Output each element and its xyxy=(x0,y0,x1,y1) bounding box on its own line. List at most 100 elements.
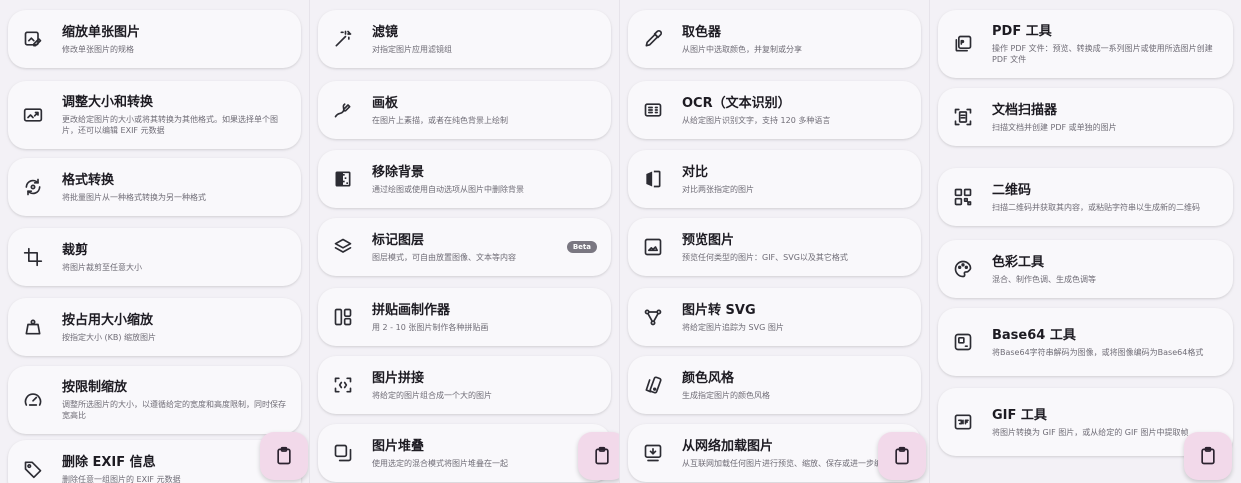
tool-description: 从图片中选取颜色，并复制或分享 xyxy=(682,44,802,54)
tool-description: 扫描二维码并获取其内容，或粘贴字符串以生成新的二维码 xyxy=(992,202,1200,212)
tool-card[interactable]: 拼贴画制作器用 2 - 10 张图片制作各种拼贴画 xyxy=(318,288,611,346)
tool-card[interactable]: 图片转 SVG 将给定图片追踪为 SVG 图片 xyxy=(628,288,921,346)
tool-column[interactable]: 缩放单张图片 修改单张图片的规格调整大小和转换 更改给定图片的大小或将其转换为其他格… xyxy=(0,0,310,483)
tool-card-text: 缩放单张图片 修改单张图片的规格 xyxy=(62,24,289,55)
tool-description: 将批量图片从一种格式转换为另一种格式 xyxy=(62,192,206,202)
tool-card[interactable]: 缩放单张图片 修改单张图片的规格 xyxy=(8,10,301,68)
tool-description: 按指定大小 (KB) 缩放图片 xyxy=(62,332,157,342)
tool-description: 从互联网加载任何图片进行预览、缩放、保存或进一步编辑 xyxy=(682,458,890,468)
tool-card-text: 对比对比两张指定的图片 xyxy=(682,164,909,195)
tool-description: 操作 PDF 文件：预览、转换成一系列图片或使用所选图片创建 PDF 文件 xyxy=(992,44,1213,64)
tool-title: 图片拼接 xyxy=(372,370,425,386)
tool-card[interactable]: 色彩工具 混合、制作色调、生成色调等 xyxy=(938,240,1233,298)
qr-code-icon xyxy=(950,184,976,210)
tool-card-text: Base64 工具将Base64字符串解码为图像，或将图像编码为Base64格式 xyxy=(992,327,1221,358)
tool-card[interactable]: 图片拼接 将给定的图片组合成一个大的图片 xyxy=(318,356,611,414)
tool-card-text: 取色器从图片中选取颜色，并复制或分享 xyxy=(682,24,909,55)
tool-column[interactable]: 滤镜 对指定图片应用滤镜组画板在图片上素描，或者在纯色背景上绘制移除背景 通过绘图或… xyxy=(310,0,620,483)
image-preview-icon xyxy=(640,234,666,260)
paste-clipboard-button[interactable] xyxy=(878,432,926,480)
tool-description: 对比两张指定的图片 xyxy=(682,184,754,194)
tools-grid: 缩放单张图片 修改单张图片的规格调整大小和转换 更改给定图片的大小或将其转换为其他格… xyxy=(0,0,1241,483)
tool-card[interactable]: 删除 EXIF 信息 删除任意一组图片的 EXIF 元数据 xyxy=(8,440,301,483)
tool-title: 移除背景 xyxy=(372,164,425,180)
tool-title: Base64 工具 xyxy=(992,327,1076,343)
tool-card[interactable]: 标记图层 图层模式，可自由放置图像、文本等内容 Beta xyxy=(318,218,611,276)
tool-title: 色彩工具 xyxy=(992,254,1045,270)
tool-column[interactable]: 取色器从图片中选取颜色，并复制或分享 OCR（文本识别） 从给定图片识别文字，支持 … xyxy=(620,0,930,483)
tool-description: 将Base64字符串解码为图像，或将图像编码为Base64格式 xyxy=(992,347,1204,357)
color-palette-icon xyxy=(950,256,976,282)
paste-clipboard-button[interactable] xyxy=(1184,432,1232,480)
tool-description: 将给定图片追踪为 SVG 图片 xyxy=(682,322,784,332)
tool-title: 调整大小和转换 xyxy=(62,95,154,110)
tool-description: 图层模式，可自由放置图像、文本等内容 xyxy=(372,252,516,262)
paste-clipboard-button[interactable] xyxy=(260,432,308,480)
tool-card-text: 格式转换 将批量图片从一种格式转换为另一种格式 xyxy=(62,172,289,203)
tool-card[interactable]: 图片堆叠使用选定的混合模式将图片堆叠在一起 xyxy=(318,424,611,482)
tool-card[interactable]: 裁剪 将图片裁剪至任意大小 xyxy=(8,228,301,286)
tool-title: 裁剪 xyxy=(62,242,89,258)
tool-card[interactable]: 预览图片预览任何类型的图片：GIF、SVG以及其它格式 xyxy=(628,218,921,276)
image-edit-icon xyxy=(20,26,46,52)
tool-card[interactable]: PDF 工具 操作 PDF 文件：预览、转换成一系列图片或使用所选图片创建 PDF… xyxy=(938,10,1233,78)
clipboard-icon xyxy=(274,446,294,466)
compare-icon xyxy=(640,166,666,192)
gif-icon xyxy=(950,409,976,435)
tool-card[interactable]: 按占用大小缩放 按指定大小 (KB) 缩放图片 xyxy=(8,298,301,356)
tool-card[interactable]: 滤镜 对指定图片应用滤镜组 xyxy=(318,10,611,68)
tool-card[interactable]: 格式转换 将批量图片从一种格式转换为另一种格式 xyxy=(8,158,301,216)
tool-description: 在图片上素描，或者在纯色背景上绘制 xyxy=(372,115,508,125)
tool-card[interactable]: 对比对比两张指定的图片 xyxy=(628,150,921,208)
tool-card[interactable]: 画板在图片上素描，或者在纯色背景上绘制 xyxy=(318,81,611,139)
tool-card-text: GIF 工具 将图片转换为 GIF 图片，或从给定的 GIF 图片中提取帧 xyxy=(992,407,1221,438)
tool-description: 调整所选图片的大小，以遵循给定的宽度和高度限制，同时保存宽高比 xyxy=(62,400,286,420)
limit-gauge-icon xyxy=(20,387,46,413)
tool-description: 删除任意一组图片的 EXIF 元数据 xyxy=(62,474,181,483)
clipboard-icon xyxy=(892,446,912,466)
document-scan-icon xyxy=(950,104,976,130)
tag-remove-icon xyxy=(20,456,46,482)
background-remove-icon xyxy=(330,166,356,192)
tool-title: 预览图片 xyxy=(682,232,735,248)
clipboard-icon xyxy=(1198,446,1218,466)
tool-card[interactable]: 移除背景 通过绘图或使用自动选项从图片中删除背景 xyxy=(318,150,611,208)
paste-clipboard-button[interactable] xyxy=(578,432,619,480)
tool-card[interactable]: 调整大小和转换 更改给定图片的大小或将其转换为其他格式。如果选择单个图片，还可以编… xyxy=(8,81,301,149)
tool-description: 修改单张图片的规格 xyxy=(62,44,134,54)
palette-swatch-icon xyxy=(640,372,666,398)
tool-card[interactable]: OCR（文本识别） 从给定图片识别文字，支持 120 多种语言 xyxy=(628,81,921,139)
base64-icon xyxy=(950,329,976,355)
tool-card[interactable]: Base64 工具将Base64字符串解码为图像，或将图像编码为Base64格式 xyxy=(938,308,1233,376)
stitch-icon xyxy=(330,372,356,398)
tool-title: 取色器 xyxy=(682,24,722,40)
tool-description: 预览任何类型的图片：GIF、SVG以及其它格式 xyxy=(682,252,848,262)
tool-card-text: OCR（文本识别） 从给定图片识别文字，支持 120 多种语言 xyxy=(682,95,909,126)
tool-title: GIF 工具 xyxy=(992,407,1047,423)
tool-description: 生成指定图片的颜色风格 xyxy=(682,390,770,400)
tool-card[interactable]: 二维码扫描二维码并获取其内容，或粘贴字符串以生成新的二维码 xyxy=(938,168,1233,226)
tool-card-text: 色彩工具 混合、制作色调、生成色调等 xyxy=(992,254,1221,285)
layers-icon xyxy=(330,234,356,260)
tool-card-text: 颜色风格 生成指定图片的颜色风格 xyxy=(682,370,909,401)
tool-description: 使用选定的混合模式将图片堆叠在一起 xyxy=(372,458,508,468)
tool-card-text: 拼贴画制作器用 2 - 10 张图片制作各种拼贴画 xyxy=(372,302,599,333)
tool-card-text: 文档扫描器 扫描文档并创建 PDF 或单独的图片 xyxy=(992,102,1221,133)
tool-card[interactable]: 取色器从图片中选取颜色，并复制或分享 xyxy=(628,10,921,68)
tool-title: 二维码 xyxy=(992,182,1032,198)
web-load-icon xyxy=(640,440,666,466)
tool-card[interactable]: 按限制缩放 调整所选图片的大小，以遵循给定的宽度和高度限制，同时保存宽高比 xyxy=(8,366,301,434)
tool-column[interactable]: PDF 工具 操作 PDF 文件：预览、转换成一系列图片或使用所选图片创建 PDF… xyxy=(930,0,1241,483)
magic-wand-icon xyxy=(330,26,356,52)
tool-card-text: 图片堆叠使用选定的混合模式将图片堆叠在一起 xyxy=(372,438,599,469)
tool-card[interactable]: 文档扫描器 扫描文档并创建 PDF 或单独的图片 xyxy=(938,88,1233,146)
tool-title: 图片堆叠 xyxy=(372,438,425,454)
tool-card-text: 图片拼接 将给定的图片组合成一个大的图片 xyxy=(372,370,599,401)
tool-title: 画板 xyxy=(372,95,399,111)
tool-title: 文档扫描器 xyxy=(992,102,1058,118)
tool-card[interactable]: 颜色风格 生成指定图片的颜色风格 xyxy=(628,356,921,414)
tool-title: 标记图层 xyxy=(372,232,425,248)
tool-card-text: 预览图片预览任何类型的图片：GIF、SVG以及其它格式 xyxy=(682,232,909,263)
tool-card-text: 调整大小和转换 更改给定图片的大小或将其转换为其他格式。如果选择单个图片，还可以编… xyxy=(62,94,289,136)
tool-title: 对比 xyxy=(682,164,709,180)
